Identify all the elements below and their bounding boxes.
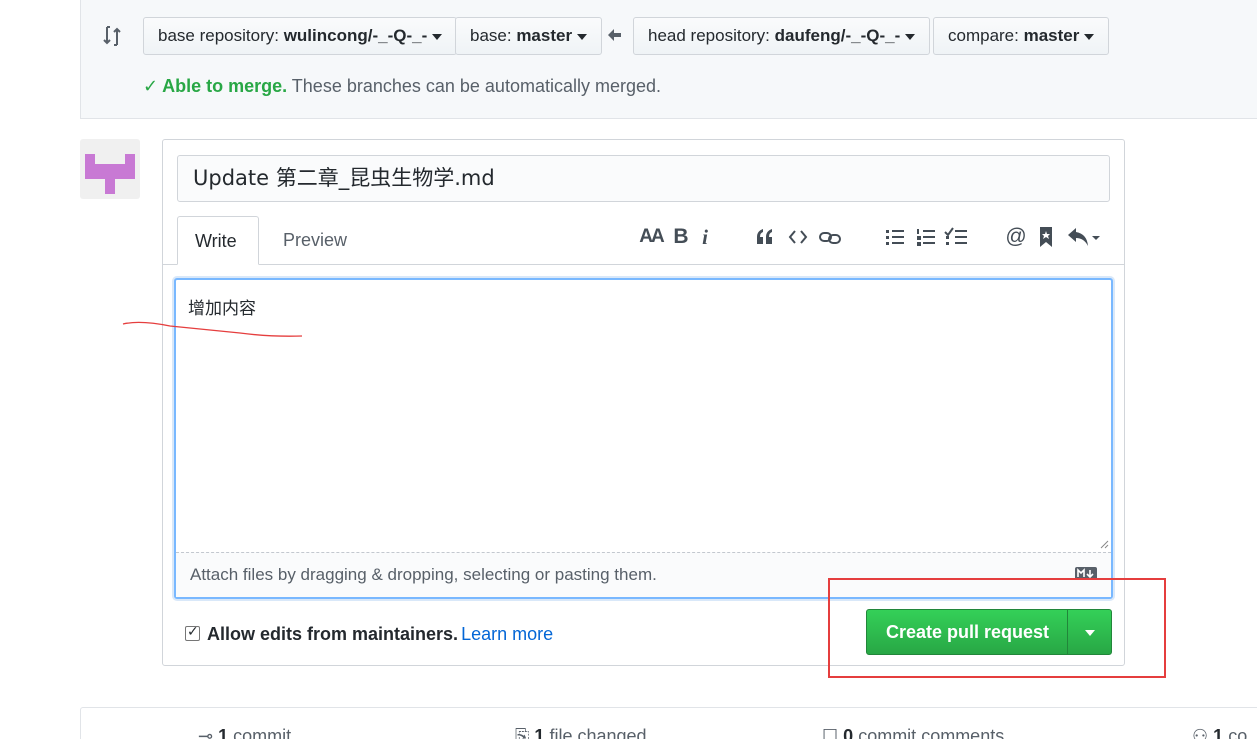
merge-status-strong: Able to merge.: [162, 76, 288, 96]
compare-branch-select[interactable]: compare: master: [933, 17, 1110, 55]
mention-button[interactable]: @: [1004, 224, 1028, 250]
bulleted-list-icon[interactable]: [884, 224, 906, 250]
pr-title-input[interactable]: Update 第二章_昆虫生物学.md: [177, 155, 1110, 202]
tab-write[interactable]: Write: [177, 216, 259, 265]
files-label: file changed: [549, 726, 647, 739]
task-list-icon[interactable]: [943, 224, 969, 250]
merge-status-text: These branches can be automatically merg…: [287, 76, 662, 96]
allow-edits-label: Allow edits from maintainers.: [207, 624, 459, 644]
base-repo-prefix: base repository:: [158, 26, 284, 45]
commits-count: 1: [218, 726, 229, 739]
reply-icon[interactable]: [1066, 224, 1102, 250]
italic-button[interactable]: i: [698, 224, 712, 250]
commit-icon: ⊸: [198, 726, 214, 739]
contributors-count: 1: [1213, 726, 1224, 739]
base-branch-select[interactable]: base: master: [455, 17, 603, 55]
bold-button[interactable]: B: [672, 224, 690, 250]
red-box-annotation: [828, 578, 1166, 678]
chevron-down-icon: [432, 33, 443, 40]
arrow-left-icon: [608, 29, 621, 41]
avatar[interactable]: [80, 139, 140, 199]
tab-preview[interactable]: Preview: [266, 216, 364, 265]
compare-arrows-icon: [103, 26, 121, 46]
drop-hint: Attach files by dragging & dropping, sel…: [190, 565, 657, 584]
numbered-list-icon[interactable]: [915, 224, 937, 250]
base-repo-value: wulincong/-_-Q-_-: [283, 26, 428, 45]
code-icon[interactable]: [787, 224, 809, 250]
chevron-down-icon: [905, 33, 916, 40]
merge-status: ✓ Able to merge. These branches can be au…: [143, 76, 661, 97]
head-repo-value: daufeng/-_-Q-_-: [774, 26, 901, 45]
pr-body-textarea[interactable]: 增加内容 Attach files by dragging & dropping…: [174, 278, 1113, 599]
compare-branch-prefix: compare:: [948, 26, 1024, 45]
files-count: 1: [534, 726, 545, 739]
contributors-label: co: [1228, 726, 1248, 739]
compare-branch-value: master: [1023, 26, 1080, 45]
chevron-down-icon: [1084, 33, 1095, 40]
check-icon: ✓: [143, 76, 159, 96]
head-repo-prefix: head repository:: [648, 26, 775, 45]
identicon-icon: [85, 154, 135, 194]
comments-stat[interactable]: ☐ 0 commit comments: [822, 726, 1004, 739]
compare-range-bar: base repository: wulincong/-_-Q-_- base:…: [80, 0, 1257, 119]
base-branch-value: master: [516, 26, 573, 45]
contributors-stat[interactable]: ⚇ 1 co: [1192, 726, 1247, 739]
head-repository-select[interactable]: head repository: daufeng/-_-Q-_-: [633, 17, 931, 55]
allow-edits-option: Allow edits from maintainers.Learn more: [185, 623, 553, 645]
base-branch-prefix: base:: [470, 26, 517, 45]
chevron-down-icon: [577, 33, 588, 40]
allow-edits-checkbox[interactable]: [185, 623, 200, 641]
comments-count: 0: [843, 726, 854, 739]
bookmark-icon[interactable]: [1037, 224, 1055, 250]
file-diff-icon: ⎘: [515, 726, 530, 739]
comment-icon: ☐: [822, 726, 839, 739]
files-stat[interactable]: ⎘ 1 file changed: [515, 726, 647, 739]
people-icon: ⚇: [1192, 726, 1209, 739]
base-repository-select[interactable]: base repository: wulincong/-_-Q-_-: [143, 17, 458, 55]
pr-stats-bar: ⊸ 1 commit ⎘ 1 file changed ☐ 0 commit c…: [80, 707, 1257, 739]
red-underline-annotation: [122, 321, 303, 337]
learn-more-link[interactable]: Learn more: [461, 624, 553, 644]
commits-stat[interactable]: ⊸ 1 commit: [198, 726, 291, 739]
heading-button[interactable]: AA: [637, 224, 665, 250]
comments-label: commit comments: [858, 726, 1005, 739]
link-icon[interactable]: [818, 224, 842, 250]
commits-label: commit: [233, 726, 292, 739]
pr-body-text: 增加内容: [188, 299, 256, 319]
resize-handle-icon[interactable]: [1099, 539, 1109, 549]
quote-icon[interactable]: [754, 224, 776, 250]
